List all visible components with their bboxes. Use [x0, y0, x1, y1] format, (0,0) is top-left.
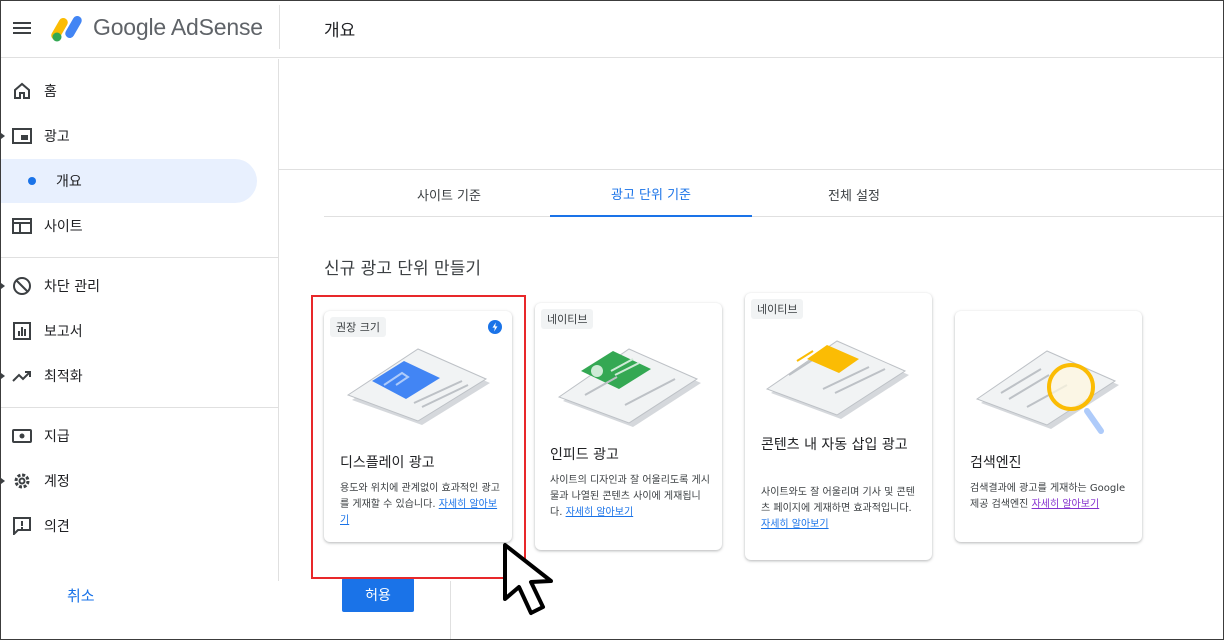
payments-icon [12, 426, 32, 446]
native-chip: 네이티브 [751, 299, 804, 319]
hamburger-menu-icon[interactable] [13, 19, 33, 37]
sidebar-item-feedback[interactable]: 의견 [1, 504, 257, 548]
card-title: 콘텐츠 내 자동 삽입 광고 [761, 437, 908, 453]
sidebar-item-label: 홈 [44, 84, 57, 100]
card-title: 인피드 광고 [550, 447, 619, 463]
brand-name: Google AdSense [93, 14, 263, 40]
sidebar-item-account[interactable]: 계정 [1, 459, 257, 503]
block-icon [12, 276, 32, 296]
sidebar-item-label: 사이트 [44, 219, 83, 235]
adsense-logo-icon [51, 16, 82, 42]
card-description: 검색결과에 광고를 게재하는 Google 제공 검색엔진 자세히 알아보기 [970, 483, 1126, 510]
sidebar-item-label: 광고 [44, 129, 70, 145]
in-article-ad-illustration [765, 340, 909, 419]
content-divider [279, 169, 1223, 170]
cancel-button[interactable]: 취소 [67, 585, 95, 606]
native-chip: 네이티브 [541, 309, 594, 329]
sites-icon [12, 216, 32, 236]
sidebar-item-home[interactable]: 홈 [1, 69, 257, 113]
search-engine-card[interactable]: 검색엔진 검색결과에 광고를 게재하는 Google 제공 검색엔진 자세히 알… [955, 311, 1142, 542]
trending-up-icon [12, 366, 32, 386]
footer-divider [450, 581, 451, 639]
card-title: 검색엔진 [970, 455, 1022, 471]
sidebar-item-label: 지급 [44, 429, 70, 445]
learn-more-link[interactable]: 자세히 알아보기 [761, 519, 829, 530]
sidebar-item-overview[interactable]: 개요 [1, 159, 257, 203]
recommended-size-chip: 권장 크기 [330, 317, 386, 337]
sidebar-item-payments[interactable]: 지급 [1, 414, 257, 458]
sidebar-item-blocking[interactable]: 차단 관리 [1, 264, 257, 308]
card-description: 용도와 위치에 관계없이 효과적인 광고를 게재할 수 있습니다. 자세히 알아… [340, 483, 500, 526]
sidebar-item-label: 차단 관리 [44, 279, 100, 295]
sidebar-item-label: 의견 [44, 519, 70, 535]
sidebar-item-optimization[interactable]: 최적화 [1, 354, 257, 398]
learn-more-link[interactable]: 자세히 알아보기 [1032, 499, 1100, 510]
tab-by-ad-unit[interactable]: 광고 단위 기준 [550, 171, 752, 217]
sidebar-item-label: 계정 [44, 474, 70, 490]
card-description: 사이트와도 잘 어울리며 기사 및 콘텐츠 페이지에 게재하면 효과적입니다. … [761, 487, 915, 530]
display-ads-card[interactable]: 권장 크기 디스플레이 광고 용도와 위치에 관계없이 효과적인 광고를 게재할… [324, 311, 512, 542]
sidebar-divider [1, 407, 279, 408]
reports-icon [12, 321, 32, 341]
allow-button[interactable]: 허용 [342, 578, 414, 612]
sidebar-item-label: 개요 [56, 174, 82, 190]
lightning-icon [488, 320, 502, 334]
section-title: 신규 광고 단위 만들기 [324, 259, 481, 279]
card-title: 디스플레이 광고 [340, 455, 435, 471]
page-title: 개요 [324, 21, 356, 41]
sidebar-item-sites[interactable]: 사이트 [1, 204, 257, 248]
search-engine-illustration [975, 350, 1119, 434]
gear-icon [12, 471, 32, 491]
topbar-divider [279, 5, 280, 49]
tab-global-settings[interactable]: 전체 설정 [774, 171, 934, 217]
ads-icon [12, 126, 32, 146]
in-feed-ads-card[interactable]: 네이티브 인피드 광고 사이트의 디자인과 잘 어울리도록 게시물과 나열된 콘… [535, 303, 722, 550]
display-ad-illustration [346, 348, 490, 425]
sidebar-item-label: 보고서 [44, 324, 83, 340]
sidebar-item-label: 최적화 [44, 369, 83, 385]
home-icon [12, 81, 32, 101]
sidebar-divider [1, 257, 279, 258]
app-window: Google AdSense 개요 홈 광고 개요 사이트 차단 관리 보고서 … [0, 0, 1224, 640]
learn-more-link[interactable]: 자세히 알아보기 [566, 507, 634, 518]
tab-by-site[interactable]: 사이트 기준 [369, 171, 529, 217]
card-description: 사이트의 디자인과 잘 어울리도록 게시물과 나열된 콘텐츠 사이에 게재됩니다… [550, 475, 710, 518]
sidebar: 홈 광고 개요 사이트 차단 관리 보고서 최적화 지급 계정 의견 [1, 59, 279, 639]
mouse-pointer-icon [503, 543, 553, 615]
feedback-icon [12, 516, 32, 536]
sidebar-item-ads[interactable]: 광고 [1, 114, 257, 158]
top-app-bar: Google AdSense 개요 [1, 1, 1223, 58]
active-dot-icon [28, 177, 36, 185]
tab-bar: 사이트 기준 광고 단위 기준 전체 설정 [324, 171, 1223, 217]
in-feed-ad-illustration [557, 348, 701, 427]
sidebar-item-reports[interactable]: 보고서 [1, 309, 257, 353]
in-article-ads-card[interactable]: 네이티브 콘텐츠 내 자동 삽입 광고 사이트와도 잘 어울리며 기사 및 콘텐… [745, 293, 932, 560]
sidebar-border [278, 59, 279, 581]
